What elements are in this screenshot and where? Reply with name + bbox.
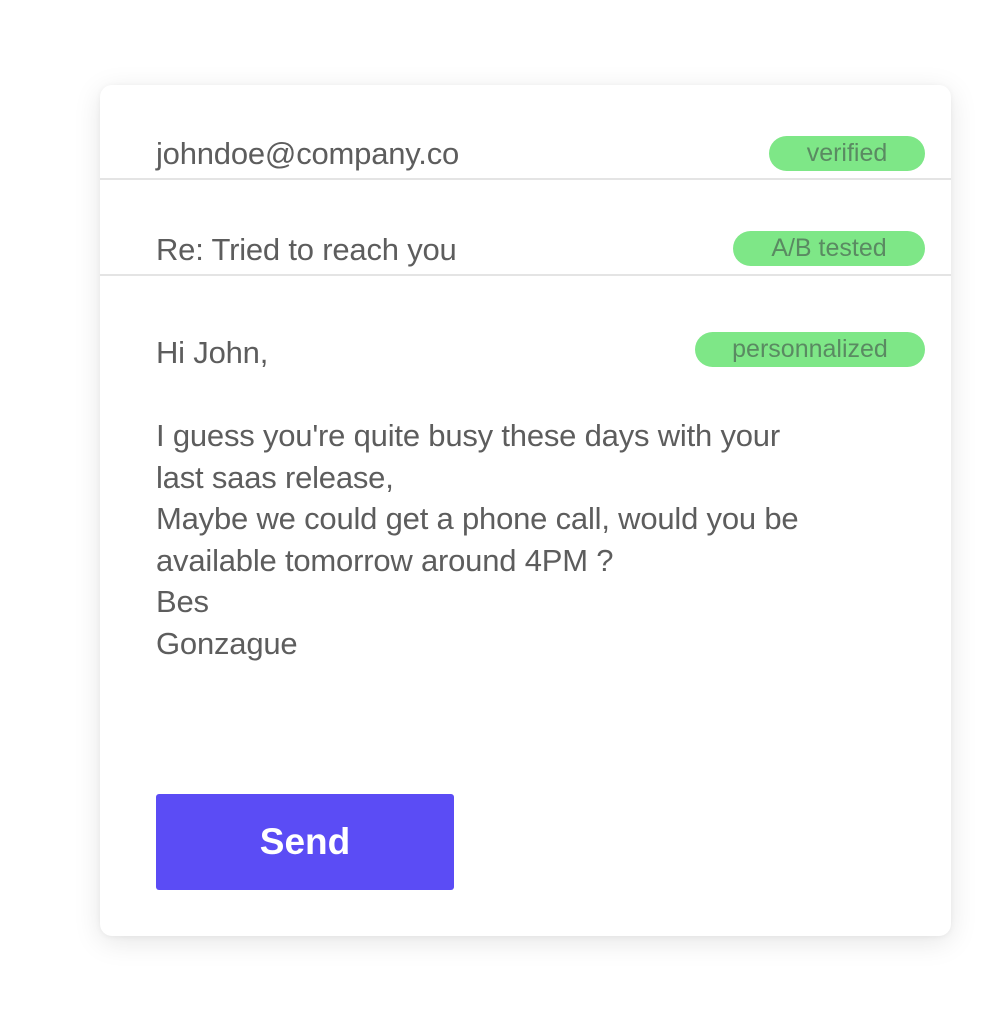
message-line: available tomorrow around 4PM ? xyxy=(156,542,614,578)
message-line: Maybe we could get a phone call, would y… xyxy=(156,501,799,536)
email-composer-card: johndoe@company.co verified Re: Tried to… xyxy=(100,85,951,936)
verified-badge: verified xyxy=(769,136,925,171)
ab-tested-badge: A/B tested xyxy=(733,231,925,266)
email-body[interactable]: Hi John, I guess you're quite busy these… xyxy=(156,332,876,664)
greeting-line: Hi John, xyxy=(156,335,269,370)
message-line: Bes xyxy=(156,584,209,619)
subject-row: Re: Tried to reach you A/B tested xyxy=(100,180,951,276)
message-text: I guess you're quite busy these days wit… xyxy=(156,415,876,664)
message-line: last saas release, xyxy=(156,459,394,495)
send-button[interactable]: Send xyxy=(156,794,454,890)
recipient-address[interactable]: johndoe@company.co xyxy=(156,136,459,172)
message-line: I guess you're quite busy these days wit… xyxy=(156,418,780,453)
message-line: Gonzague xyxy=(156,625,298,661)
recipient-row: johndoe@company.co verified xyxy=(100,85,951,180)
subject-text[interactable]: Re: Tried to reach you xyxy=(156,232,457,268)
